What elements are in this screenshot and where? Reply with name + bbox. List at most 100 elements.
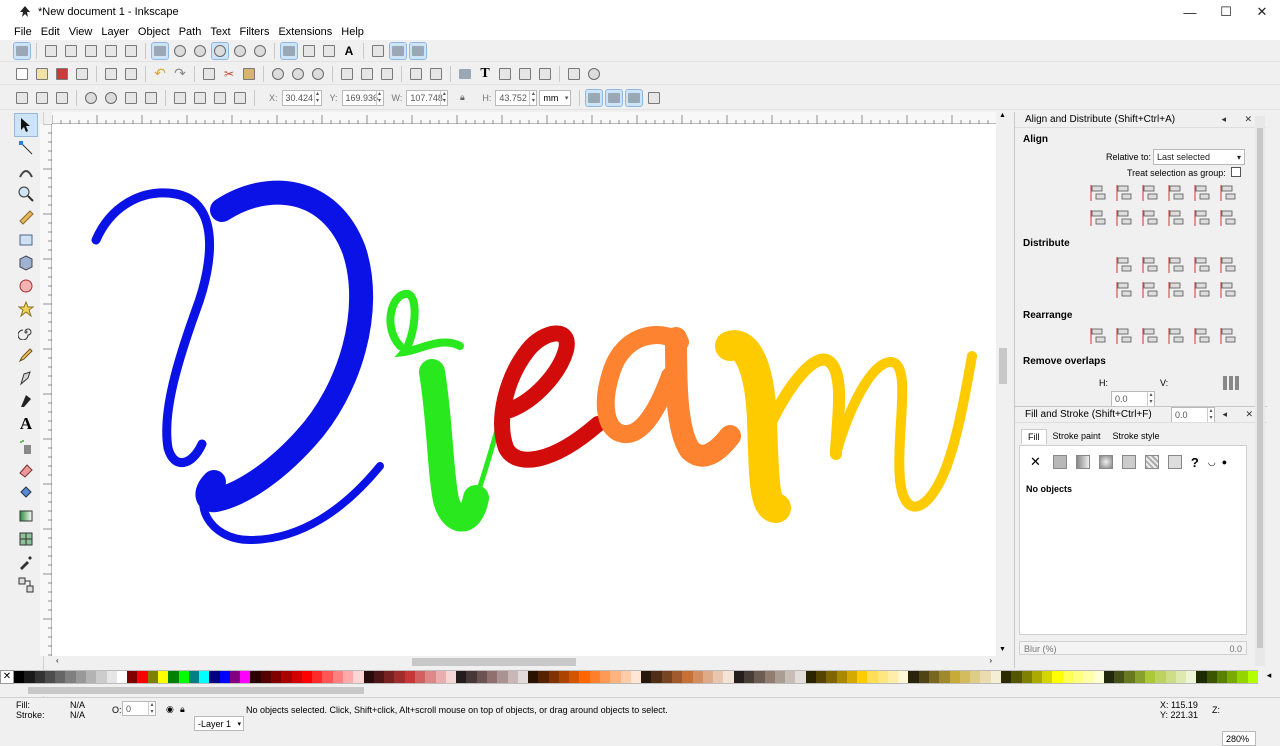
calligraphy-tool[interactable] xyxy=(15,390,37,412)
palette-swatch[interactable] xyxy=(795,671,806,683)
move-patterns-button[interactable] xyxy=(646,90,662,106)
palette-swatch[interactable] xyxy=(867,671,878,683)
palette-swatch[interactable] xyxy=(569,671,580,683)
palette-swatch[interactable] xyxy=(75,671,86,683)
rectangle-tool[interactable] xyxy=(15,229,37,251)
palette-swatch[interactable] xyxy=(723,671,734,683)
ellipse-tool[interactable] xyxy=(15,275,37,297)
relative-to-select[interactable]: Last selected ▾ xyxy=(1153,149,1245,165)
scroll-thumb[interactable] xyxy=(28,687,364,694)
lower-button[interactable] xyxy=(212,90,228,106)
import-button[interactable] xyxy=(103,66,119,82)
palette-swatch[interactable] xyxy=(209,671,220,683)
x-field[interactable]: 30.424 ▴ ▾ xyxy=(281,89,322,106)
zoom-field[interactable]: 280% xyxy=(1222,731,1256,746)
no-paint-icon[interactable]: ✕ xyxy=(1030,454,1041,470)
fill-rule-evenodd-icon[interactable]: ◡ xyxy=(1208,457,1216,468)
scale-stroke-button[interactable] xyxy=(585,88,604,107)
palette-swatch[interactable] xyxy=(24,671,35,683)
align-panel-header[interactable]: Align and Distribute (Shift+Ctrl+A) ◂ ✕ xyxy=(1015,112,1266,128)
align-text-baseline-vertical-button[interactable] xyxy=(1219,183,1239,203)
palette-swatch[interactable] xyxy=(990,671,1001,683)
redo-button[interactable]: ↷ xyxy=(172,65,188,82)
snap-midpoint-button[interactable] xyxy=(252,43,268,59)
opacity-field[interactable]: 0 ▴ ▾ xyxy=(122,701,156,716)
align-distribute-button[interactable] xyxy=(537,66,553,82)
copy-button[interactable] xyxy=(201,66,217,82)
palette-swatch[interactable] xyxy=(1124,671,1135,683)
palette-swatch[interactable] xyxy=(877,671,888,683)
palette-swatch[interactable] xyxy=(1114,671,1125,683)
lock-icon[interactable]: 🔒︎ xyxy=(180,704,185,715)
palette-swatch[interactable] xyxy=(394,671,405,683)
snap-nodes-button[interactable] xyxy=(151,41,169,60)
palette-swatch[interactable] xyxy=(425,671,436,683)
palette-swatch[interactable] xyxy=(343,671,354,683)
treat-group-checkbox[interactable] xyxy=(1231,167,1241,177)
palette-swatch[interactable] xyxy=(939,671,950,683)
palette-swatch[interactable] xyxy=(661,671,672,683)
palette-swatch[interactable] xyxy=(1021,671,1032,683)
scroll-thumb[interactable] xyxy=(999,348,1007,384)
lower-to-bottom-button[interactable] xyxy=(232,90,248,106)
save-button[interactable] xyxy=(54,66,70,82)
move-gradients-button[interactable] xyxy=(625,88,644,107)
palette-swatch[interactable] xyxy=(579,671,590,683)
group-button[interactable] xyxy=(408,66,424,82)
scroll-down-icon[interactable]: ▼ xyxy=(999,646,1006,653)
align-centers-vertical-button[interactable] xyxy=(1141,183,1161,203)
menu-edit[interactable]: Edit xyxy=(41,26,60,38)
palette-swatch[interactable] xyxy=(528,671,539,683)
letter-m[interactable] xyxy=(715,330,977,523)
palette-swatch[interactable] xyxy=(785,671,796,683)
snap-cusp-button[interactable] xyxy=(211,41,229,60)
spiral-tool[interactable] xyxy=(15,321,37,343)
w-field[interactable]: 107.748 ▴ ▾ xyxy=(406,89,449,106)
menu-object[interactable]: Object xyxy=(138,26,170,38)
palette-swatch[interactable] xyxy=(672,671,683,683)
palette-swatch[interactable] xyxy=(589,671,601,683)
palette-swatch[interactable] xyxy=(229,671,241,683)
palette-swatch[interactable] xyxy=(836,671,847,683)
palette-swatch[interactable] xyxy=(754,671,765,683)
palette-swatch[interactable] xyxy=(353,671,364,683)
distribute-baselines-v-button[interactable] xyxy=(1219,280,1239,300)
cut-button[interactable]: ✂ xyxy=(221,66,237,82)
3d-box-tool[interactable] xyxy=(15,252,37,274)
menu-file[interactable]: File xyxy=(14,26,32,38)
snap-page-border-button[interactable] xyxy=(370,43,386,59)
layer-select[interactable]: -Layer 1 ▾ xyxy=(194,716,244,731)
stroke-indicator-value[interactable]: N/A xyxy=(70,710,85,720)
tab-stroke-paint[interactable]: Stroke paint xyxy=(1047,429,1107,444)
distribute-center-h-button[interactable] xyxy=(1141,255,1161,275)
align-centers-horizontal-button[interactable] xyxy=(1141,208,1161,228)
close-button[interactable]: ✕ xyxy=(1244,0,1280,24)
palette-swatch[interactable] xyxy=(815,671,827,683)
zoom-selection-button[interactable] xyxy=(270,66,286,82)
print-button[interactable] xyxy=(74,66,90,82)
raise-to-top-button[interactable] xyxy=(172,90,188,106)
remove-overlaps-button[interactable] xyxy=(1221,373,1241,393)
flip-vertical-button[interactable] xyxy=(143,90,159,106)
snap-grid-button[interactable] xyxy=(389,41,407,60)
palette-swatch[interactable] xyxy=(1093,671,1104,683)
palette-swatch[interactable] xyxy=(929,671,940,683)
palette-swatch[interactable] xyxy=(630,671,642,683)
snap-guide-button[interactable] xyxy=(409,41,427,60)
palette-swatch[interactable] xyxy=(219,671,230,683)
palette-swatch[interactable] xyxy=(260,671,272,683)
palette-swatch[interactable] xyxy=(240,671,251,683)
vertical-ruler[interactable] xyxy=(40,123,52,656)
star-tool[interactable] xyxy=(15,298,37,320)
tab-fill[interactable]: Fill xyxy=(1021,429,1047,444)
palette-swatch[interactable] xyxy=(1011,671,1022,683)
export-button[interactable] xyxy=(123,66,139,82)
node-tool[interactable] xyxy=(15,137,37,159)
xml-editor-button[interactable] xyxy=(517,66,533,82)
palette-swatch[interactable] xyxy=(517,671,529,683)
palette-swatch[interactable] xyxy=(1186,671,1197,683)
distribute-baselines-h-button[interactable] xyxy=(1219,255,1239,275)
palette-swatch[interactable] xyxy=(1247,671,1259,683)
palette-swatch[interactable] xyxy=(1072,671,1084,683)
letter-a[interactable] xyxy=(596,326,741,467)
